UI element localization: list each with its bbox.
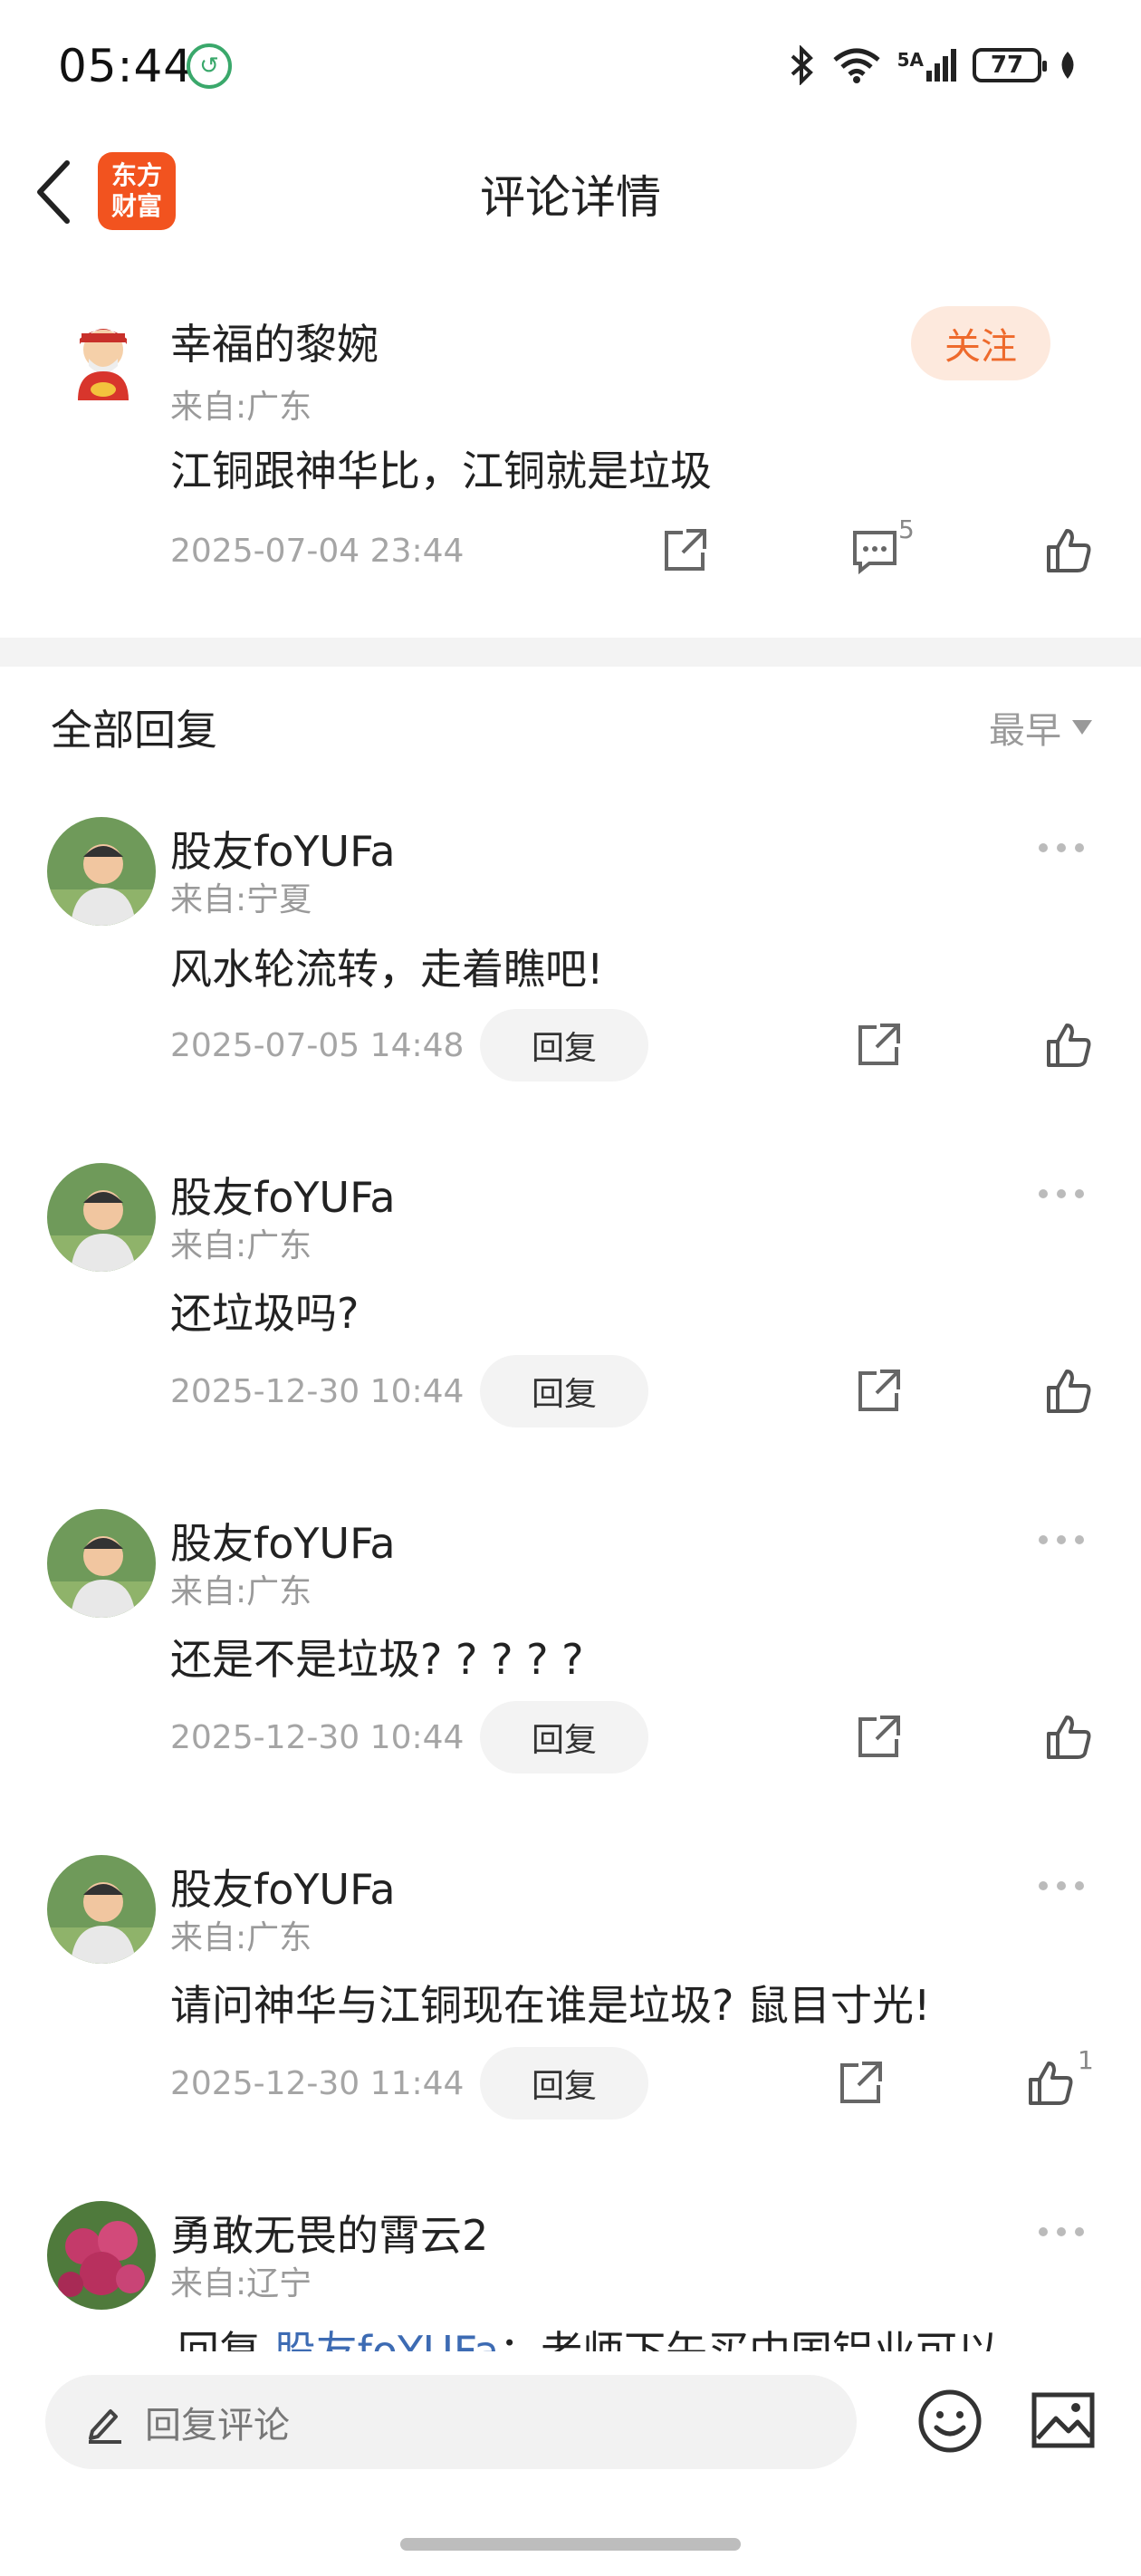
like-icon[interactable] — [1043, 1712, 1094, 1763]
share-icon[interactable] — [853, 1366, 904, 1417]
share-icon[interactable] — [853, 1712, 904, 1763]
more-options-icon[interactable] — [1036, 2225, 1087, 2239]
bluetooth-icon — [791, 45, 813, 85]
like-icon[interactable] — [1025, 2058, 1076, 2109]
reply-location: 来自:辽宁 — [170, 2265, 312, 2302]
reply-avatar[interactable] — [47, 2201, 156, 2310]
reply-button[interactable]: 回复 — [480, 1009, 648, 1081]
reply-avatar[interactable] — [47, 1509, 156, 1618]
reply-content: 风水轮流转，走着瞧吧! — [170, 945, 604, 994]
reply-username[interactable]: 勇敢无畏的霄云2 — [170, 2203, 488, 2263]
post-location: 来自:广东 — [170, 389, 312, 426]
signal-icon: 5A — [897, 49, 956, 82]
wifi-icon — [832, 48, 880, 83]
image-icon[interactable] — [1031, 2389, 1096, 2451]
section-divider — [0, 638, 1141, 667]
reply-username[interactable]: 股友foYUFa — [170, 819, 396, 879]
reply-timestamp: 2025-12-30 11:44 — [170, 2065, 465, 2102]
reply-button[interactable]: 回复 — [480, 1701, 648, 1773]
like-icon[interactable] — [1043, 1020, 1094, 1071]
reply-content: 还是不是垃圾? ? ? ? ? — [170, 1635, 584, 1684]
reply-username[interactable]: 股友foYUFa — [170, 1165, 396, 1225]
status-indicators: 5A 77 — [789, 45, 1078, 85]
reply-comment-input[interactable]: 回复评论 — [45, 2375, 857, 2469]
reply-content: 请问神华与江铜现在谁是垃圾? 鼠目寸光! — [170, 1981, 931, 2030]
share-icon[interactable] — [835, 2058, 886, 2109]
reply-content: 还垃圾吗? — [170, 1289, 360, 1338]
like-icon[interactable] — [1043, 1366, 1094, 1417]
share-icon[interactable] — [853, 1020, 904, 1071]
caret-down-icon — [1072, 720, 1092, 735]
home-indicator[interactable] — [400, 2538, 741, 2551]
battery-icon: 77 — [973, 48, 1047, 82]
app-notification-icon: ↺ — [187, 43, 232, 89]
reply-location: 来自:宁夏 — [170, 881, 312, 918]
status-time: 05:44 — [58, 40, 194, 92]
leaf-icon — [1061, 52, 1074, 79]
reply-timestamp: 2025-12-30 10:44 — [170, 1373, 465, 1410]
reply-avatar[interactable] — [47, 817, 156, 926]
emoji-icon[interactable] — [916, 2388, 983, 2455]
reply-avatar[interactable] — [47, 1163, 156, 1272]
reply-button[interactable]: 回复 — [480, 2047, 648, 2119]
more-options-icon[interactable] — [1036, 1187, 1087, 1201]
reply-timestamp: 2025-07-05 14:48 — [170, 1027, 465, 1064]
reply-location: 来自:广东 — [170, 1919, 312, 1956]
follow-button[interactable]: 关注 — [911, 306, 1050, 380]
post-content: 江铜跟神华比，江铜就是垃圾 — [170, 447, 712, 495]
more-options-icon[interactable] — [1036, 841, 1087, 855]
reply-username[interactable]: 股友foYUFa — [170, 1857, 396, 1917]
reply-input-placeholder: 回复评论 — [145, 2405, 290, 2446]
reply-avatar[interactable] — [47, 1855, 156, 1964]
reply-timestamp: 2025-12-30 10:44 — [170, 1719, 465, 1756]
battery-level: 77 — [990, 52, 1024, 79]
all-replies-title: 全部回复 — [51, 706, 217, 755]
reply-location: 来自:广东 — [170, 1227, 312, 1264]
reply-button[interactable]: 回复 — [480, 1355, 648, 1427]
share-icon[interactable] — [659, 525, 710, 576]
comment-count: 5 — [898, 514, 915, 544]
sort-dropdown[interactable]: 最早 — [989, 701, 1094, 754]
more-options-icon[interactable] — [1036, 1879, 1087, 1893]
like-icon[interactable] — [1043, 525, 1094, 576]
user-avatar[interactable] — [62, 317, 145, 400]
sort-label: 最早 — [989, 710, 1061, 752]
comment-icon[interactable] — [849, 525, 900, 576]
pencil-icon — [89, 2409, 121, 2444]
page-title: 评论详情 — [480, 171, 661, 224]
like-count: 1 — [1078, 2045, 1094, 2075]
more-options-icon[interactable] — [1036, 1533, 1087, 1547]
post-username[interactable]: 幸福的黎婉 — [170, 312, 379, 371]
network-type: 5A — [896, 49, 924, 71]
post-timestamp: 2025-07-04 23:44 — [170, 533, 465, 570]
reply-username[interactable]: 股友foYUFa — [170, 1511, 396, 1571]
reply-location: 来自:广东 — [170, 1573, 312, 1610]
